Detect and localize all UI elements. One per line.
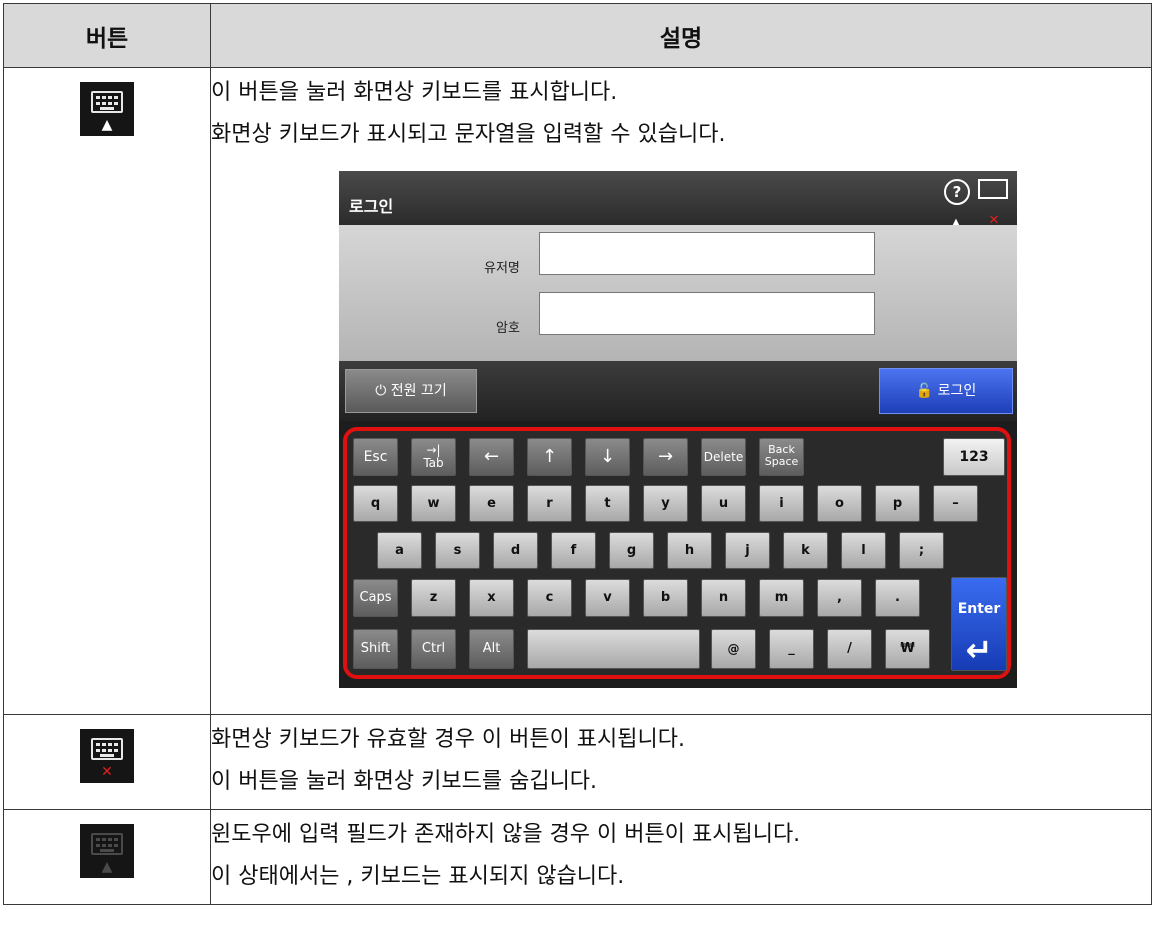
keyboard-hide-button[interactable]: ✕	[976, 177, 1012, 228]
key-arrow-right[interactable]: →	[643, 438, 688, 476]
table-row: ▲ 윈도우에 입력 필드가 존재하지 않을 경우 이 버튼이 표시됩니다. 이 …	[3, 809, 1152, 905]
button-description-table: 버튼 설명 ▲ 이 버튼을 눌러 화면상 키보드를 표시합니다. 화면상 키보드…	[3, 3, 1152, 905]
key-y[interactable]: y	[643, 485, 688, 522]
key-space[interactable]	[527, 629, 700, 669]
key-delete[interactable]: Delete	[701, 438, 746, 476]
key-won[interactable]: ₩	[885, 629, 930, 669]
key-shift[interactable]: Shift	[353, 629, 398, 669]
on-screen-keyboard: Esc →| Tab ← ↑ ↓ → Delete Back Space 123…	[343, 427, 1011, 679]
description-line: 이 버튼을 눌러 화면상 키보드를 숨깁니다.	[211, 769, 598, 794]
keyboard-show-icon[interactable]: ▲	[80, 82, 134, 136]
key-z[interactable]: z	[411, 579, 456, 617]
button-cell: ✕	[3, 714, 211, 810]
help-button[interactable]: ? ▲	[938, 177, 974, 228]
key-g[interactable]: g	[609, 532, 654, 569]
keyboard-icon	[91, 91, 123, 113]
key-underscore[interactable]: _	[769, 629, 814, 669]
key-l[interactable]: l	[841, 532, 886, 569]
key-p[interactable]: p	[875, 485, 920, 522]
key-enter[interactable]: Enter ↵	[951, 577, 1007, 671]
key-semicolon[interactable]: ;	[899, 532, 944, 569]
key-d[interactable]: d	[493, 532, 538, 569]
key-arrow-down[interactable]: ↓	[585, 438, 630, 476]
key-i[interactable]: i	[759, 485, 804, 522]
table-header-row: 버튼 설명	[3, 3, 1152, 68]
login-form: 유저명 암호	[339, 225, 1017, 361]
arrow-up-icon: ▲	[101, 859, 113, 875]
enter-label: Enter	[957, 601, 1001, 617]
key-r[interactable]: r	[527, 485, 572, 522]
key-e[interactable]: e	[469, 485, 514, 522]
key-x[interactable]: x	[469, 579, 514, 617]
key-caps[interactable]: Caps	[353, 579, 398, 617]
key-arrow-left[interactable]: ←	[469, 438, 514, 476]
key-u[interactable]: u	[701, 485, 746, 522]
key-s[interactable]: s	[435, 532, 480, 569]
username-label: 유저명	[484, 261, 520, 276]
key-j[interactable]: j	[725, 532, 770, 569]
header-button: 버튼	[3, 3, 211, 68]
header-description: 설명	[210, 3, 1152, 68]
password-label: 암호	[496, 321, 520, 336]
description-cell: 윈도우에 입력 필드가 존재하지 않을 경우 이 버튼이 표시됩니다. 이 상태…	[210, 809, 1152, 905]
keyboard-icon	[91, 738, 123, 760]
key-backspace[interactable]: Back Space	[759, 438, 804, 476]
key-at[interactable]: @	[711, 629, 756, 669]
key-a[interactable]: a	[377, 532, 422, 569]
key-tab[interactable]: →| Tab	[411, 438, 456, 476]
key-slash[interactable]: /	[827, 629, 872, 669]
password-field[interactable]	[539, 292, 875, 335]
table-row: ✕ 화면상 키보드가 유효할 경우 이 버튼이 표시됩니다. 이 버튼을 눌러 …	[3, 714, 1152, 810]
key-h[interactable]: h	[667, 532, 712, 569]
power-off-button[interactable]: ⏻ 전원 끄기	[345, 369, 477, 413]
key-dash[interactable]: –	[933, 485, 978, 522]
key-n[interactable]: n	[701, 579, 746, 617]
keyboard-hide-icon[interactable]: ✕	[80, 729, 134, 783]
window-title: 로그인	[349, 197, 394, 216]
key-o[interactable]: o	[817, 485, 862, 522]
key-k[interactable]: k	[783, 532, 828, 569]
description-cell: 이 버튼을 눌러 화면상 키보드를 표시합니다. 화면상 키보드가 표시되고 문…	[210, 67, 1152, 715]
button-cell: ▲	[3, 809, 211, 905]
description-line: 이 버튼을 눌러 화면상 키보드를 표시합니다.	[211, 80, 618, 105]
description-line: 화면상 키보드가 유효할 경우 이 버튼이 표시됩니다.	[211, 727, 685, 752]
key-arrow-up[interactable]: ↑	[527, 438, 572, 476]
button-cell: ▲	[3, 67, 211, 715]
login-screenshot: 로그인 ? ▲ ✕ 유저명 암호 ⏻ 전원 끄기 🔓 로그인 Esc →| Ta…	[339, 171, 1017, 688]
key-comma[interactable]: ,	[817, 579, 862, 617]
action-bar: ⏻ 전원 끄기 🔓 로그인	[339, 361, 1017, 421]
key-period[interactable]: .	[875, 579, 920, 617]
description-line: 이 상태에서는 , 키보드는 표시되지 않습니다.	[211, 864, 625, 889]
keyboard-icon	[91, 833, 123, 855]
key-t[interactable]: t	[585, 485, 630, 522]
description-line: 윈도우에 입력 필드가 존재하지 않을 경우 이 버튼이 표시됩니다.	[211, 822, 801, 847]
table-row: ▲ 이 버튼을 눌러 화면상 키보드를 표시합니다. 화면상 키보드가 표시되고…	[3, 67, 1152, 715]
key-c[interactable]: c	[527, 579, 572, 617]
key-q[interactable]: q	[353, 485, 398, 522]
keyboard-disabled-icon: ▲	[80, 824, 134, 878]
key-123[interactable]: 123	[943, 438, 1005, 476]
title-bar: 로그인 ? ▲ ✕	[339, 171, 1017, 228]
key-v[interactable]: v	[585, 579, 630, 617]
description-line: 화면상 키보드가 표시되고 문자열을 입력할 수 있습니다.	[211, 122, 726, 147]
key-b[interactable]: b	[643, 579, 688, 617]
arrow-up-icon: ▲	[101, 117, 113, 133]
key-m[interactable]: m	[759, 579, 804, 617]
key-w[interactable]: w	[411, 485, 456, 522]
key-esc[interactable]: Esc	[353, 438, 398, 476]
login-button[interactable]: 🔓 로그인	[879, 368, 1013, 414]
keyboard-icon	[978, 179, 1008, 199]
key-alt[interactable]: Alt	[469, 629, 514, 669]
description-cell: 화면상 키보드가 유효할 경우 이 버튼이 표시됩니다. 이 버튼을 눌러 화면…	[210, 714, 1152, 810]
enter-icon: ↵	[965, 631, 993, 669]
key-f[interactable]: f	[551, 532, 596, 569]
username-field[interactable]	[539, 232, 875, 275]
close-icon: ✕	[101, 764, 113, 780]
key-ctrl[interactable]: Ctrl	[411, 629, 456, 669]
